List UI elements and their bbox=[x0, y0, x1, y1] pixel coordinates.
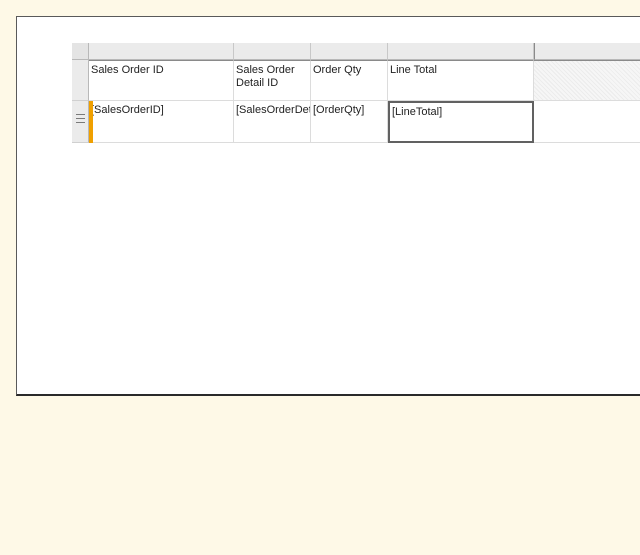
detail-cell-line-total-selected[interactable]: [LineTotal] bbox=[388, 101, 534, 143]
column-handle-sales-order-detail-id[interactable] bbox=[234, 43, 311, 60]
column-handle-order-qty[interactable] bbox=[311, 43, 388, 60]
column-handle-sales-order-id[interactable] bbox=[89, 43, 234, 60]
column-handle-line-total[interactable] bbox=[388, 43, 534, 60]
report-design-surface[interactable]: Sales Order ID Sales Order Detail ID Ord… bbox=[16, 16, 640, 396]
details-group-icon bbox=[76, 114, 85, 123]
column-handle-extra[interactable] bbox=[534, 43, 640, 60]
detail-cell-sales-order-id[interactable]: [SalesOrderID] bbox=[89, 101, 234, 143]
header-cell-order-qty[interactable]: Order Qty bbox=[311, 60, 388, 101]
detail-cell-sales-order-detail-id[interactable]: [SalesOrderDetailID] bbox=[234, 101, 311, 143]
tablix-corner-handle[interactable] bbox=[72, 43, 89, 60]
row-focus-indicator bbox=[89, 101, 93, 143]
row-handle-header[interactable] bbox=[72, 60, 89, 101]
detail-cell-order-qty[interactable]: [OrderQty] bbox=[311, 101, 388, 143]
row-handle-details[interactable] bbox=[72, 101, 89, 143]
header-cell-line-total[interactable]: Line Total bbox=[388, 60, 534, 101]
detail-cell-empty bbox=[534, 101, 640, 143]
header-cell-empty bbox=[534, 60, 640, 101]
header-cell-sales-order-id[interactable]: Sales Order ID bbox=[89, 60, 234, 101]
tablix[interactable]: Sales Order ID Sales Order Detail ID Ord… bbox=[72, 43, 640, 144]
header-cell-sales-order-detail-id[interactable]: Sales Order Detail ID bbox=[234, 60, 311, 101]
